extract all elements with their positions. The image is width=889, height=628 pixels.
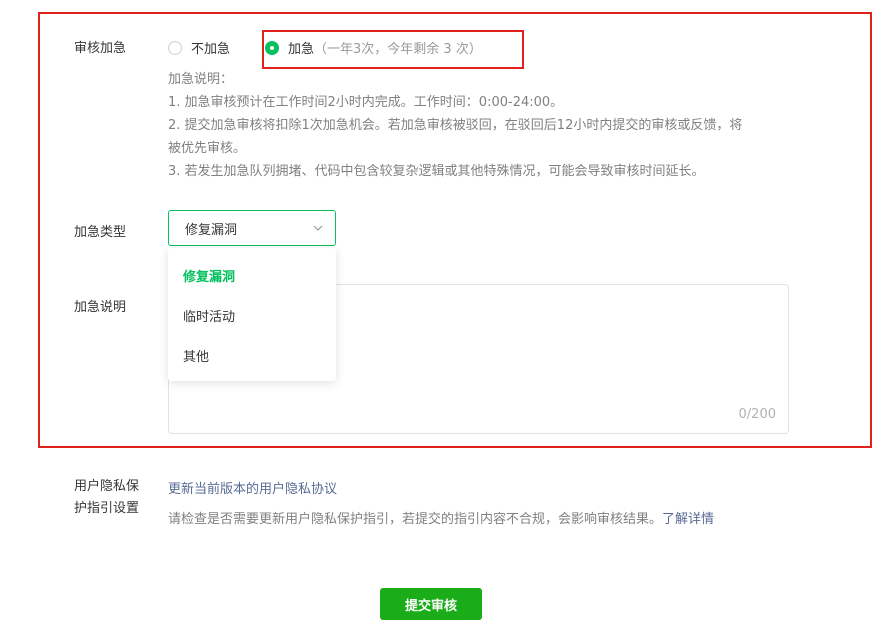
dropdown-option-fix[interactable]: 修复漏洞	[183, 266, 235, 285]
explain-label: 加急说明	[74, 300, 127, 315]
privacy-label-line: 用户隐私保	[74, 479, 140, 494]
privacy-hint: 请检查是否需要更新用户隐私保护指引，若提交的指引内容不合规，会影响审核结果。了解…	[168, 508, 714, 527]
learn-more-link[interactable]: 了解详情	[662, 512, 714, 527]
radio-on-icon	[265, 40, 279, 55]
chevron-down-icon	[313, 225, 323, 231]
expedite-label: 审核加急	[74, 41, 127, 56]
type-label: 加急类型	[74, 225, 127, 240]
dropdown-option-other[interactable]: 其他	[183, 346, 209, 365]
radio-expedite-label: 加急	[288, 42, 315, 57]
type-select-value: 修复漏洞	[185, 222, 238, 238]
privacy-label-line: 护指引设置	[74, 501, 140, 516]
dropdown-option-event[interactable]: 临时活动	[183, 306, 235, 325]
update-privacy-link[interactable]: 更新当前版本的用户隐私协议	[168, 478, 337, 497]
submit-review-button[interactable]: 提交审核	[380, 588, 482, 620]
type-dropdown-menu: 修复漏洞 临时活动 其他	[168, 248, 336, 381]
char-counter: 0/200	[738, 407, 776, 422]
radio-expedite[interactable]: 加急 （一年3次，今年剩余 3 次）	[265, 38, 482, 57]
radio-off-icon	[168, 40, 182, 55]
desc-title: 加急说明：	[168, 72, 234, 87]
expedite-description: 加急说明： 1. 加急审核预计在工作时间2小时内完成。工作时间：0:00-24:…	[168, 68, 808, 183]
desc-line: 3. 若发生加急队列拥堵、代码中包含较复杂逻辑或其他特殊情况，可能会导致审核时间…	[168, 164, 705, 179]
desc-line: 1. 加急审核预计在工作时间2小时内完成。工作时间：0:00-24:00。	[168, 95, 564, 110]
desc-line: 2. 提交加急审核将扣除1次加急机会。若加急审核被驳回，在驳回后12小时内提交的…	[168, 118, 743, 133]
radio-no-expedite-label: 不加急	[191, 42, 231, 57]
privacy-hint-text: 请检查是否需要更新用户隐私保护指引，若提交的指引内容不合规，会影响审核结果。	[168, 512, 663, 527]
privacy-label: 用户隐私保 护指引设置	[74, 476, 139, 520]
radio-expedite-note: （一年3次，今年剩余 3 次）	[314, 42, 482, 57]
desc-line: 被优先审核。	[168, 141, 247, 156]
radio-no-expedite[interactable]: 不加急	[168, 38, 230, 57]
type-select[interactable]: 修复漏洞	[168, 210, 336, 246]
